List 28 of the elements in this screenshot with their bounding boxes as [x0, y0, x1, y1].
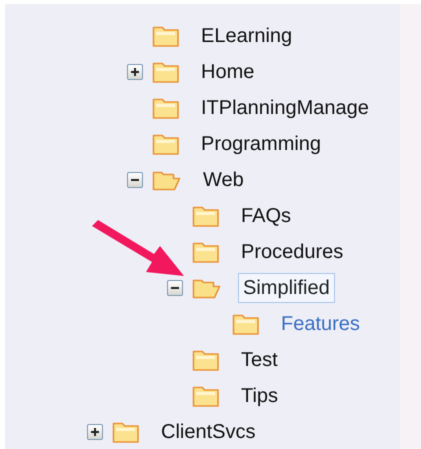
folder-label[interactable]: Tips [236, 381, 284, 411]
expand-icon[interactable] [127, 64, 143, 80]
folder-icon [192, 205, 220, 227]
folder-label[interactable]: FAQs [236, 201, 296, 231]
folder-label[interactable]: Home [196, 57, 260, 87]
folder-icon [152, 61, 180, 83]
folder-icon [112, 421, 140, 443]
folder-icon [152, 97, 180, 119]
folder-label[interactable]: Programming [196, 129, 326, 159]
folder-label[interactable]: ELearning [196, 21, 298, 51]
folder-label[interactable]: ClientSvcs [156, 417, 260, 447]
folder-icon [192, 385, 220, 407]
folder-icon [232, 313, 260, 335]
folder-label[interactable]: Web [198, 165, 249, 195]
open-folder-icon [152, 169, 182, 191]
folder-label[interactable]: Test [236, 345, 283, 375]
folder-label[interactable]: Procedures [236, 237, 348, 267]
expand-icon[interactable] [87, 424, 103, 440]
folder-icon [152, 133, 180, 155]
open-folder-icon [192, 277, 222, 299]
folder-label[interactable]: Simplified [238, 273, 335, 303]
folder-icon [152, 25, 180, 47]
folder-label[interactable]: Features [276, 309, 365, 339]
folder-icon [192, 241, 220, 263]
collapse-icon[interactable] [167, 280, 183, 296]
folder-label[interactable]: ITPlanningManage [196, 93, 374, 123]
collapse-icon[interactable] [127, 172, 143, 188]
folder-icon [192, 349, 220, 371]
